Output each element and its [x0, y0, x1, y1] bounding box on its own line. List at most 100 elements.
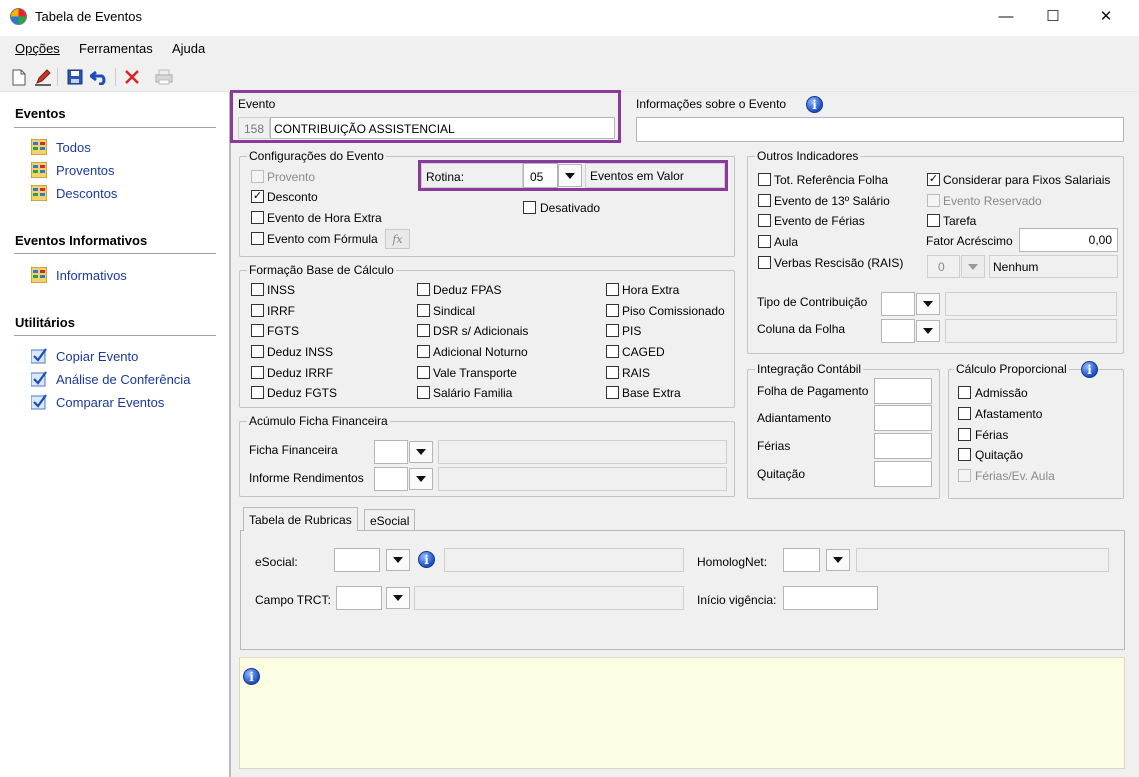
coluna-folha-select[interactable]	[881, 319, 915, 343]
new-icon[interactable]	[9, 67, 29, 87]
coluna-folha-description	[945, 319, 1117, 343]
salario-familia-checkbox[interactable]	[417, 386, 430, 399]
vale-transporte-checkbox[interactable]	[417, 366, 430, 379]
deduz-fpas-checkbox[interactable]	[417, 283, 430, 296]
sidebar-item-copiar-evento[interactable]: Copiar Evento	[56, 349, 138, 364]
informe-rendimentos-select[interactable]	[374, 467, 408, 491]
desativado-checkbox[interactable]	[523, 201, 536, 214]
maximize-button[interactable]: ☐	[1030, 0, 1076, 32]
info-icon[interactable]: i	[806, 96, 823, 113]
event-list-icon	[30, 184, 48, 202]
close-button[interactable]: ✕	[1083, 0, 1129, 32]
menu-ajuda[interactable]: Ajuda	[172, 41, 205, 56]
folha-pagamento-field[interactable]	[874, 378, 932, 404]
menu-ferramentas[interactable]: Ferramentas	[79, 41, 153, 56]
deduz-irrf-checkbox[interactable]	[251, 366, 264, 379]
hora-extra-checkbox[interactable]	[251, 211, 264, 224]
info-icon[interactable]: i	[1081, 361, 1098, 378]
delete-icon[interactable]	[122, 67, 142, 87]
campo-trct-dropdown[interactable]	[386, 587, 410, 609]
info-evento-field[interactable]	[636, 117, 1124, 142]
fgts-checkbox[interactable]	[251, 324, 264, 337]
deduz-fgts-label: Deduz FGTS	[267, 386, 338, 400]
deduz-fgts-checkbox[interactable]	[251, 386, 264, 399]
menu-opcoes[interactable]: Opções	[15, 41, 60, 56]
irrf-checkbox[interactable]	[251, 304, 264, 317]
tipo-contribuicao-dropdown[interactable]	[916, 293, 940, 315]
tot-referencia-checkbox[interactable]	[758, 173, 771, 186]
sidebar-item-comparar-eventos[interactable]: Comparar Eventos	[56, 395, 164, 410]
piso-comissionado-checkbox[interactable]	[606, 304, 619, 317]
esocial-dropdown[interactable]	[386, 549, 410, 571]
sidebar-item-informativos[interactable]: Informativos	[56, 268, 127, 283]
afastamento-checkbox[interactable]	[958, 407, 971, 420]
chevron-down-icon	[416, 449, 426, 455]
informe-rendimentos-label: Informe Rendimentos	[249, 471, 364, 485]
desconto-checkbox[interactable]: ✓	[251, 190, 264, 203]
sidebar-item-analise-conferencia[interactable]: Análise de Conferência	[56, 372, 190, 387]
homolognet-label: HomologNet:	[697, 555, 768, 569]
adicional-noturno-checkbox[interactable]	[417, 345, 430, 358]
tab-esocial[interactable]: eSocial	[364, 509, 416, 531]
edit-icon[interactable]	[33, 67, 53, 87]
ferias-integracao-field[interactable]	[874, 433, 932, 459]
chevron-down-icon	[968, 263, 978, 270]
rais-checkbox[interactable]	[606, 366, 619, 379]
informe-rendimentos-description	[438, 467, 727, 491]
ferias-proporcional-checkbox[interactable]	[958, 428, 971, 441]
quitacao-proporcional-checkbox[interactable]	[958, 448, 971, 461]
tab-tabela-rubricas[interactable]: Tabela de Rubricas	[243, 507, 358, 531]
ficha-financeira-description	[438, 440, 727, 464]
decimo-terceiro-checkbox[interactable]	[758, 194, 771, 207]
sidebar-section-informativos: Eventos Informativos	[15, 233, 148, 248]
coluna-folha-dropdown[interactable]	[916, 320, 940, 342]
fixos-salariais-checkbox[interactable]: ✓	[927, 173, 940, 186]
integracao-legend: Integração Contábil	[755, 362, 864, 376]
adiantamento-field[interactable]	[874, 405, 932, 431]
quitacao-integracao-label: Quitação	[757, 467, 806, 481]
undo-icon[interactable]	[90, 67, 110, 87]
sidebar-item-todos[interactable]: Todos	[56, 140, 91, 155]
save-icon[interactable]	[65, 67, 85, 87]
inicio-vigencia-field[interactable]	[783, 586, 878, 610]
tarefa-checkbox[interactable]	[927, 214, 940, 227]
tipo-contribuicao-description	[945, 292, 1117, 316]
sindical-checkbox[interactable]	[417, 304, 430, 317]
print-icon[interactable]	[154, 67, 174, 87]
formula-checkbox[interactable]	[251, 232, 264, 245]
tipo-contribuicao-select[interactable]	[881, 292, 915, 316]
verbas-dropdown	[961, 255, 985, 278]
aula-checkbox[interactable]	[758, 235, 771, 248]
admissao-checkbox[interactable]	[958, 386, 971, 399]
verbas-rescisao-checkbox[interactable]	[758, 256, 771, 269]
ficha-financeira-dropdown[interactable]	[409, 441, 433, 463]
informe-rendimentos-dropdown[interactable]	[409, 468, 433, 490]
info-icon[interactable]: i	[418, 551, 435, 568]
inss-checkbox[interactable]	[251, 283, 264, 296]
minimize-button[interactable]: —	[983, 0, 1029, 32]
formula-label: Evento com Fórmula	[267, 232, 378, 246]
pis-checkbox[interactable]	[606, 324, 619, 337]
sidebar-section-eventos: Eventos	[15, 106, 66, 121]
hora-extra-base-checkbox[interactable]	[606, 283, 619, 296]
esocial-select[interactable]	[334, 548, 380, 572]
formula-button[interactable]: fx	[385, 229, 410, 249]
base-extra-checkbox[interactable]	[606, 386, 619, 399]
sidebar-item-proventos[interactable]: Proventos	[56, 163, 115, 178]
homolognet-select[interactable]	[783, 548, 820, 572]
campo-trct-select[interactable]	[336, 586, 382, 610]
caged-checkbox[interactable]	[606, 345, 619, 358]
ferias-checkbox[interactable]	[758, 214, 771, 227]
dsr-checkbox[interactable]	[417, 324, 430, 337]
homolognet-dropdown[interactable]	[826, 549, 850, 571]
rotina-select[interactable]: 05	[523, 163, 558, 188]
rotina-dropdown-button[interactable]	[558, 164, 582, 187]
quitacao-integracao-field[interactable]	[874, 461, 932, 487]
verbas-rescisao-label: Verbas Rescisão (RAIS)	[774, 256, 904, 270]
deduz-inss-checkbox[interactable]	[251, 345, 264, 358]
sidebar-item-descontos[interactable]: Descontos	[56, 186, 117, 201]
fator-acrescimo-field[interactable]: 0,00	[1019, 228, 1118, 252]
evento-name-field[interactable]: CONTRIBUIÇÃO ASSISTENCIAL	[270, 117, 615, 139]
esocial-label: eSocial:	[255, 555, 298, 569]
ficha-financeira-select[interactable]	[374, 440, 408, 464]
